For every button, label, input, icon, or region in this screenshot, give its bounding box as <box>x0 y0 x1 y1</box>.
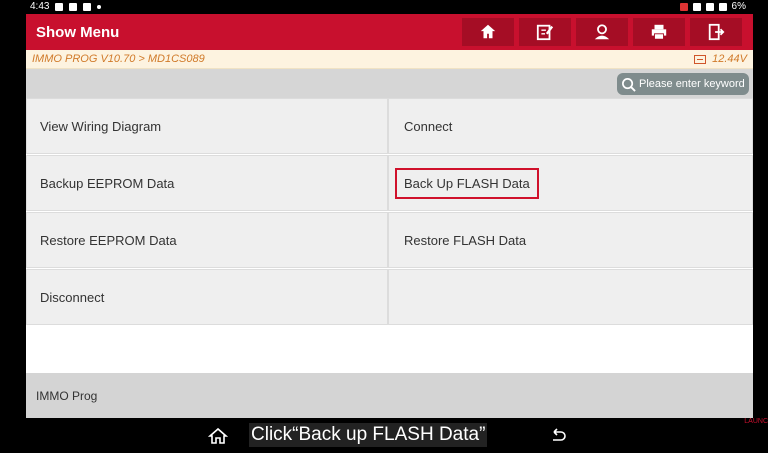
vpn-icon <box>692 2 701 11</box>
voltage-indicator: 12.44V <box>694 53 747 65</box>
breadcrumb-bar: IMMO PROG V10.70 > MD1CS089 12.44V <box>26 50 753 69</box>
notification-icon <box>55 2 64 11</box>
menu-item-label: Connect <box>404 118 453 134</box>
page-title: Show Menu <box>36 24 120 41</box>
search-icon <box>622 77 636 92</box>
menu-item-view-wiring-diagram[interactable]: View Wiring Diagram <box>26 98 388 154</box>
dot-icon <box>97 4 102 9</box>
menu-item-empty <box>388 269 753 325</box>
app-screen: Show Menu IMMO PROG V10.70 > MD1CS089 12… <box>26 14 753 418</box>
menu-item-label: Back Up FLASH Data <box>404 175 530 191</box>
edit-report-button[interactable] <box>519 18 571 46</box>
menu-item-label: Restore EEPROM Data <box>40 232 177 248</box>
instruction-caption: Click“Back up FLASH Data” <box>249 423 488 447</box>
menu-item-disconnect[interactable]: Disconnect <box>26 269 388 325</box>
car-battery-icon <box>694 54 707 64</box>
settings-notification-icon <box>69 2 78 11</box>
menu-item-back-up-flash-data[interactable]: Back Up FLASH Data <box>388 155 753 211</box>
battery-icon <box>718 2 727 11</box>
printer-icon <box>651 24 667 40</box>
home-button[interactable] <box>462 18 514 46</box>
menu-item-label: Backup EEPROM Data <box>40 175 175 191</box>
menu-item-restore-eeprom-data[interactable]: Restore EEPROM Data <box>26 212 388 268</box>
watermark: LAUNC <box>744 418 768 425</box>
voltage-value: 12.44V <box>712 53 747 65</box>
title-bar: Show Menu <box>26 14 753 50</box>
status-bar: 4:43 6% <box>0 0 768 14</box>
navigation-bar: Click“Back up FLASH Data” LAUNC <box>0 418 768 453</box>
edit-report-icon <box>536 24 554 41</box>
menu-item-backup-eeprom-data[interactable]: Backup EEPROM Data <box>26 155 388 211</box>
breadcrumb: IMMO PROG V10.70 > MD1CS089 <box>32 53 205 65</box>
alert-icon <box>679 2 688 11</box>
clock: 4:43 <box>30 1 50 12</box>
exit-icon <box>708 23 725 41</box>
search-row: Please enter keyword <box>26 69 753 98</box>
footer-label: IMMO Prog <box>36 389 98 403</box>
home-icon <box>480 24 496 39</box>
menu-item-connect[interactable]: Connect <box>388 98 753 154</box>
user-profile-button[interactable] <box>576 18 628 46</box>
wifi-icon <box>705 2 714 11</box>
search-placeholder: Please enter keyword <box>639 78 745 90</box>
footer-bar: IMMO Prog <box>26 373 753 418</box>
battery-level: 6% <box>731 1 746 12</box>
search-input[interactable]: Please enter keyword <box>617 73 749 95</box>
highlight-box: Back Up FLASH Data <box>395 167 539 199</box>
menu-item-label: Restore FLASH Data <box>404 232 527 248</box>
exit-button[interactable] <box>690 18 742 46</box>
print-button[interactable] <box>633 18 685 46</box>
nav-back-icon[interactable] <box>548 427 568 445</box>
media-icon <box>83 2 92 11</box>
menu-item-restore-flash-data[interactable]: Restore FLASH Data <box>388 212 753 268</box>
menu-item-label: View Wiring Diagram <box>40 118 162 134</box>
user-profile-icon <box>594 24 610 40</box>
nav-home-icon[interactable] <box>208 427 228 445</box>
menu-item-label: Disconnect <box>40 289 105 305</box>
